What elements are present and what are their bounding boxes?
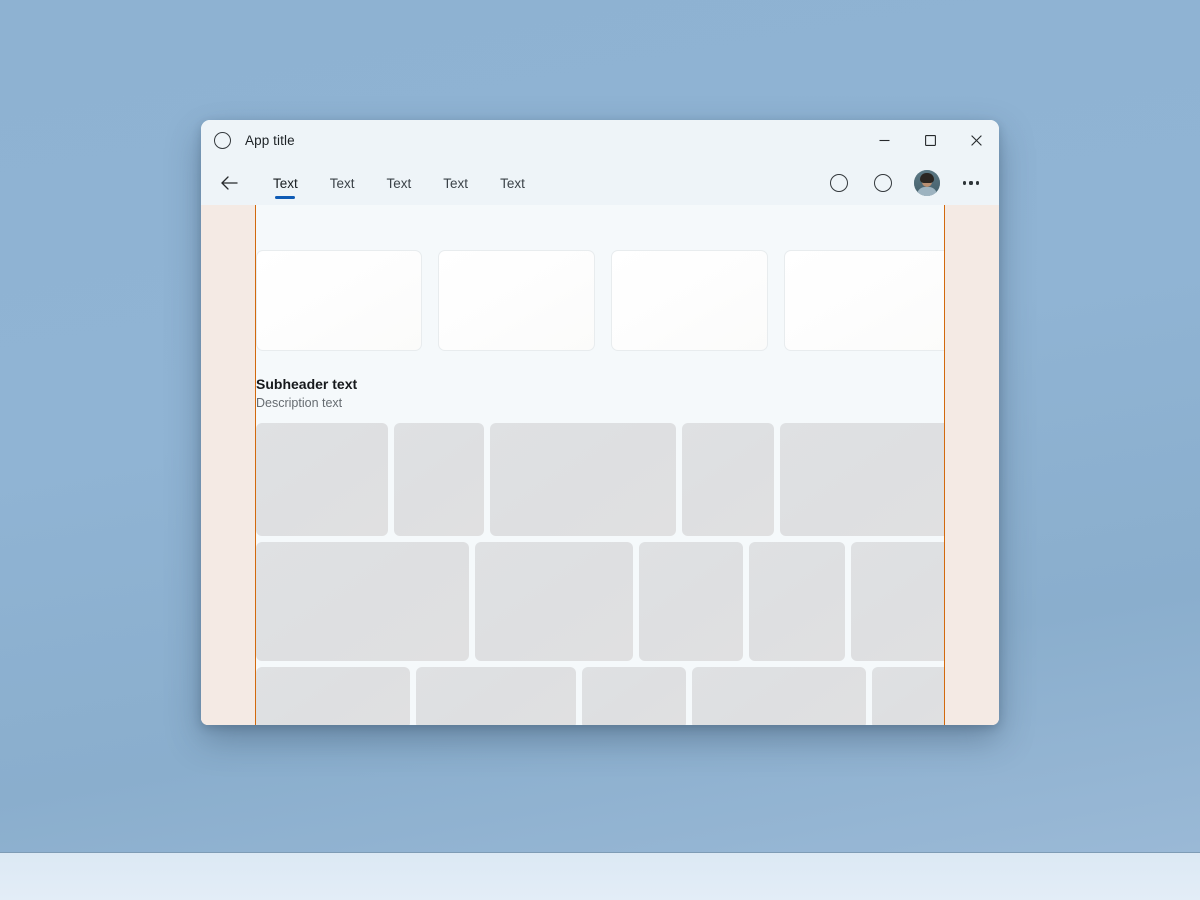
tab-1[interactable]: Text [257, 161, 314, 205]
tab-strip: Text Text Text Text Text [257, 161, 541, 205]
app-window: App title Text Text Text Text Text Subhe… [201, 120, 999, 725]
tab-label: Text [273, 175, 298, 191]
tile-row-3 [256, 667, 944, 725]
taskbar[interactable] [0, 852, 1200, 900]
app-body: Subheader text Description text [201, 205, 999, 725]
avatar-hair [920, 173, 934, 183]
tile-row-1 [256, 423, 944, 536]
command-circle-2[interactable] [861, 161, 905, 205]
card-1[interactable] [256, 250, 422, 351]
left-gutter [201, 205, 256, 725]
app-title: App title [245, 133, 295, 148]
circle-outline-icon [214, 132, 231, 149]
subheader-block: Subheader text Description text [256, 351, 944, 423]
tab-label: Text [329, 175, 355, 191]
tab-label: Text [500, 175, 525, 191]
tile-row-2 [256, 542, 944, 661]
tile[interactable] [394, 423, 484, 536]
tab-5[interactable]: Text [484, 161, 541, 205]
minimize-icon [879, 139, 889, 142]
tile[interactable] [490, 423, 676, 536]
tab-3[interactable]: Text [371, 161, 428, 205]
back-button[interactable] [213, 167, 245, 199]
tab-label: Text [443, 175, 469, 191]
maximize-icon [924, 135, 936, 146]
tab-2[interactable]: Text [314, 161, 371, 205]
right-gutter [944, 205, 999, 725]
tile[interactable] [256, 542, 469, 661]
arrow-left-icon [220, 176, 238, 190]
tile[interactable] [416, 667, 576, 725]
account-button[interactable] [905, 161, 949, 205]
tile[interactable] [256, 667, 410, 725]
card-2[interactable] [438, 250, 595, 351]
card-row [256, 205, 944, 351]
circle-outline-icon [830, 174, 848, 192]
title-bar[interactable]: App title [201, 120, 999, 161]
card-4[interactable] [784, 250, 944, 351]
avatar-shoulders [917, 187, 937, 196]
tab-4[interactable]: Text [427, 161, 484, 205]
tile[interactable] [749, 542, 845, 661]
close-icon [970, 135, 982, 146]
tile[interactable] [692, 667, 866, 725]
tile[interactable] [780, 423, 944, 536]
tile[interactable] [639, 542, 743, 661]
overflow-menu-button[interactable] [949, 161, 993, 205]
tile[interactable] [475, 542, 633, 661]
card-3[interactable] [611, 250, 768, 351]
tab-label: Text [386, 175, 412, 191]
tile[interactable] [851, 542, 944, 661]
close-button[interactable] [953, 120, 999, 161]
tile[interactable] [872, 667, 944, 725]
content-area: Subheader text Description text [256, 205, 944, 725]
window-controls [861, 120, 999, 161]
maximize-button[interactable] [907, 120, 953, 161]
avatar [914, 170, 940, 196]
circle-outline-icon [874, 174, 892, 192]
tile[interactable] [582, 667, 686, 725]
tile[interactable] [256, 423, 388, 536]
command-circle-1[interactable] [817, 161, 861, 205]
subheader-text: Subheader text [256, 376, 358, 392]
tile[interactable] [682, 423, 774, 536]
minimize-button[interactable] [861, 120, 907, 161]
more-horizontal-icon [963, 181, 979, 185]
command-bar: Text Text Text Text Text [201, 161, 999, 205]
command-bar-actions [817, 161, 993, 205]
description-text: Description text [256, 396, 343, 410]
